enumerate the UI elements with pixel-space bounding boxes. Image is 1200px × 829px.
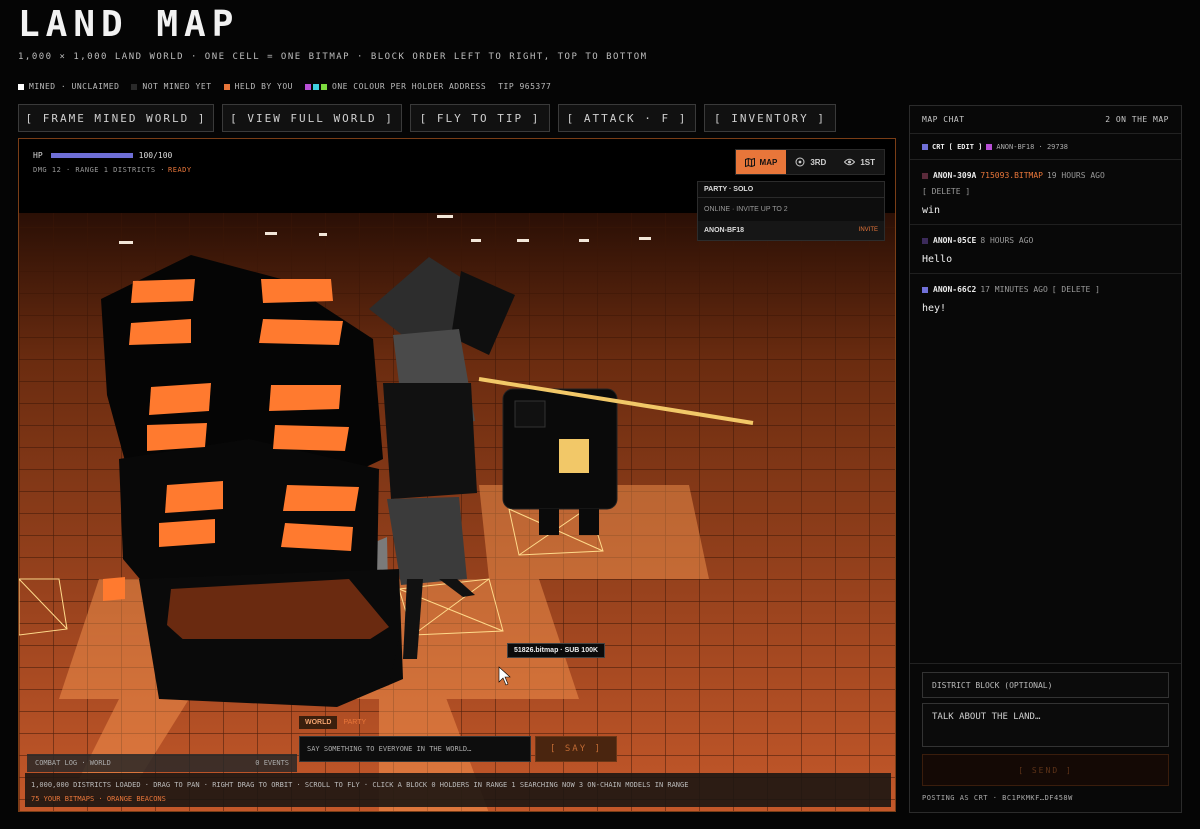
combat-log[interactable]: COMBAT LOG · WORLD 0 EVENTS (27, 754, 297, 772)
party-panel: PARTY · SOLO ONLINE · INVITE UP TO 2 ANO… (697, 181, 885, 241)
hp-label: HP (33, 151, 43, 160)
page-title: LAND MAP (18, 4, 240, 45)
ready-status: READY (168, 166, 192, 174)
legend-mined: MINED · UNCLAIMED (18, 82, 119, 91)
legend-holder-label: ONE COLOUR PER HOLDER ADDRESS (332, 82, 487, 91)
message-text: hey! (922, 303, 947, 314)
orbit-icon (795, 157, 805, 167)
message-author: ANON-05CE (933, 236, 977, 245)
status-line-bitmaps: 75 YOUR BITMAPS · ORANGE BEACONS (31, 795, 166, 803)
hp-bar-fill (50, 153, 133, 158)
combat-log-count: 0 EVENTS (255, 759, 289, 767)
chat-title: MAP CHAT (922, 115, 965, 124)
message-bitmap-link[interactable]: 715093.BITMAP (980, 168, 1043, 184)
legend-not-mined: NOT MINED YET (131, 82, 211, 91)
tip-label: TIP 965377 (498, 82, 552, 91)
party-member-name: ANON-BF18 (704, 227, 745, 234)
my-holder-swatch (986, 143, 993, 150)
chat-online-count: 2 ON THE MAP (1105, 115, 1169, 124)
inventory-button[interactable]: [ INVENTORY ] (704, 104, 836, 132)
map-icon (744, 157, 755, 167)
view-full-world-button[interactable]: [ VIEW FULL WORLD ] (222, 104, 402, 132)
hp-bar (50, 153, 133, 158)
chat-identity: CRT [ EDIT ] ANON-BF18 · 29738 (910, 134, 1181, 160)
delete-message-button[interactable]: [ DELETE ] (922, 184, 970, 200)
my-name: CRT (932, 142, 945, 151)
author-swatch (922, 173, 928, 179)
chat-message-input[interactable]: TALK ABOUT THE LAND… (922, 703, 1169, 747)
chat-message: ANON-05CE 8 HOURS AGO Hello (910, 225, 1181, 274)
party-status: ONLINE · INVITE UP TO 2 (704, 206, 788, 213)
posting-as: POSTING AS CRT · BC1PKMKF…DF458W (922, 794, 1073, 802)
chat-channel-tabs: WORLD PARTY (299, 716, 372, 729)
block-tooltip: 51826.bitmap · SUB 100K (507, 643, 606, 658)
party-member-row: ANON-BF18 INVITE (698, 221, 884, 240)
message-time: 17 MINUTES AGO (980, 285, 1048, 294)
mined-swatch (18, 83, 24, 90)
legend-held: HELD BY YOU (223, 82, 293, 91)
toolbar: [ FRAME MINED WORLD ] [ VIEW FULL WORLD … (18, 104, 836, 132)
legend-holder-colours: ONE COLOUR PER HOLDER ADDRESS (305, 82, 486, 91)
say-button[interactable]: [ SAY ] (535, 736, 617, 762)
attack-button[interactable]: [ ATTACK · F ] (558, 104, 696, 132)
tab-party[interactable]: PARTY (337, 716, 372, 729)
frame-mined-world-button[interactable]: [ FRAME MINED WORLD ] (18, 104, 214, 132)
eye-icon (844, 158, 856, 166)
chat-message: ANON-66C2 17 MINUTES AGO [ DELETE ] hey! (910, 274, 1181, 322)
my-colour-swatch (922, 143, 928, 150)
message-time: 19 HOURS AGO (1046, 171, 1105, 180)
legend-held-label: HELD BY YOU (234, 82, 293, 91)
edit-name-button[interactable]: [ EDIT ] (949, 143, 983, 151)
send-button[interactable]: [ SEND ] (922, 754, 1169, 786)
map-chat-panel: MAP CHAT 2 ON THE MAP CRT [ EDIT ] ANON-… (909, 105, 1182, 813)
holder-swatch-a (305, 83, 311, 90)
chat-message: ANON-309A 715093.BITMAP 19 HOURS AGO [ D… (910, 160, 1181, 225)
message-author: ANON-309A (933, 171, 977, 180)
map-legend: MINED · UNCLAIMED NOT MINED YET HELD BY … (18, 82, 563, 91)
map-view-button[interactable]: MAP (735, 150, 787, 174)
author-swatch (922, 287, 928, 293)
chat-composer: DISTRICT BLOCK (OPTIONAL) TALK ABOUT THE… (910, 663, 1181, 813)
hp-hud: HP 100/100 (33, 151, 172, 160)
message-time: 8 HOURS AGO (980, 236, 1034, 245)
author-swatch (922, 238, 928, 244)
holder-swatch-b (313, 83, 319, 90)
holder-swatch-c (321, 83, 327, 90)
third-person-label: 3RD (810, 157, 827, 167)
first-person-button[interactable]: 1ST (835, 150, 884, 174)
first-person-label: 1ST (860, 157, 875, 167)
chat-header: MAP CHAT 2 ON THE MAP (910, 106, 1181, 134)
legend-tip: TIP 965377 (498, 82, 551, 91)
tab-world[interactable]: WORLD (299, 716, 338, 729)
message-text: Hello (922, 254, 953, 265)
world-viewport[interactable]: HP 100/100 DMG 12 · RANGE 1 DISTRICTS · R… (18, 138, 896, 812)
legend-not-mined-label: NOT MINED YET (142, 82, 212, 91)
camera-mode-toggle: MAP 3RD 1ST (734, 149, 885, 175)
message-text: win (922, 205, 941, 216)
my-id: ANON-BF18 · 29738 (996, 142, 1069, 151)
message-author: ANON-66C2 (933, 285, 977, 294)
invite-button[interactable]: INVITE (859, 227, 878, 234)
combat-log-label: COMBAT LOG · WORLD (35, 759, 111, 767)
map-view-label: MAP (759, 157, 778, 167)
party-title: PARTY · SOLO (698, 182, 884, 198)
not-mined-swatch (131, 83, 138, 90)
combat-stats: DMG 12 · RANGE 1 DISTRICTS · READY (33, 166, 192, 174)
district-block-input[interactable]: DISTRICT BLOCK (OPTIONAL) (922, 672, 1169, 698)
stats-text: DMG 12 · RANGE 1 DISTRICTS · (33, 166, 166, 174)
page-subtitle: 1,000 × 1,000 LAND WORLD · ONE CELL = ON… (18, 52, 648, 62)
status-bar: 1,000,000 DISTRICTS LOADED · DRAG TO PAN… (25, 773, 891, 807)
world-chat-input[interactable]: SAY SOMETHING TO EVERYONE IN THE WORLD… (299, 736, 531, 762)
delete-message-button[interactable]: [ DELETE ] (1052, 282, 1100, 298)
hp-value: 100/100 (138, 151, 173, 160)
status-line-controls: 1,000,000 DISTRICTS LOADED · DRAG TO PAN… (31, 781, 689, 789)
legend-mined-label: MINED · UNCLAIMED (29, 82, 120, 91)
held-swatch (223, 83, 230, 90)
fly-to-tip-button[interactable]: [ FLY TO TIP ] (410, 104, 550, 132)
third-person-button[interactable]: 3RD (786, 150, 835, 174)
